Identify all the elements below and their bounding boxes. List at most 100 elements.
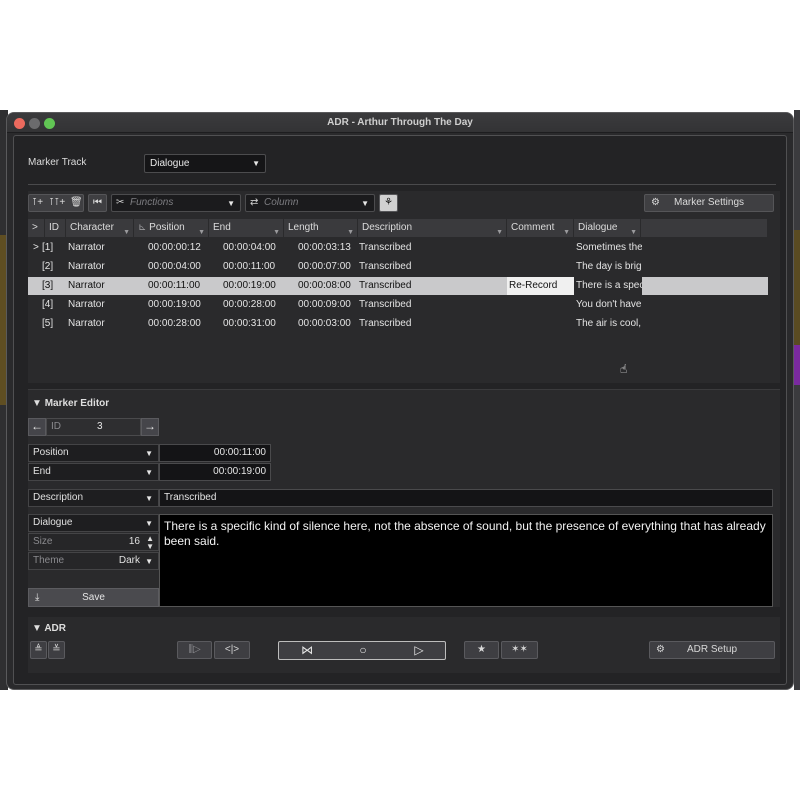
id-value: 3 xyxy=(97,421,103,432)
theme-select[interactable]: Theme Dark ▼ xyxy=(28,552,159,570)
gear-icon: ⚙ xyxy=(651,197,660,208)
column-header-id[interactable]: ID xyxy=(45,219,66,237)
cycle-button[interactable]: <|> xyxy=(214,641,250,659)
cell-length: 00:00:08:00 xyxy=(298,280,351,291)
table-row[interactable]: [4] Narrator 00:00:19:00 00:00:28:00 00:… xyxy=(28,296,768,314)
go-to-start-button[interactable]: ⏮ xyxy=(88,194,107,212)
column-header-expand[interactable]: > xyxy=(28,219,45,237)
link-icon: ⚘ xyxy=(384,197,393,208)
row-expand-icon[interactable]: > xyxy=(33,239,39,257)
chevron-down-icon: ▼ xyxy=(361,199,369,208)
table-row[interactable]: > [1] Narrator 00:00:00:12 00:00:04:00 0… xyxy=(28,239,768,257)
position-value-field[interactable]: 00:00:11:00 xyxy=(159,444,271,462)
sort-down-icon: ≚ xyxy=(52,644,61,655)
description-type-select[interactable]: Description ▼ xyxy=(28,489,159,507)
add-marker-group: ⊺+ ⊺⊺+ 🗑 xyxy=(28,194,84,212)
stepper-arrows-icon[interactable]: ▲ ▼ xyxy=(146,534,154,551)
marker-list-panel: ⊺+ ⊺⊺+ 🗑 ⏮ ✂ Functions ▼ ⇄ Column ▼ ⚘ ⚙ xyxy=(28,191,780,383)
table-row[interactable]: [5] Narrator 00:00:28:00 00:00:31:00 00:… xyxy=(28,315,768,333)
stars-icon: ✶✶ xyxy=(511,644,528,655)
add-marker-icon[interactable]: ⊺+ xyxy=(32,195,43,211)
description-label: Description xyxy=(33,492,84,503)
cell-comment xyxy=(508,239,574,257)
cell-character: Narrator xyxy=(68,318,105,329)
marker-track-select[interactable]: Dialogue ▼ xyxy=(144,154,266,173)
cell-end: 00:00:31:00 xyxy=(223,318,276,329)
size-stepper[interactable]: Size 16 ▲ ▼ xyxy=(28,533,159,551)
rehearse-button[interactable]: ⋈ xyxy=(279,642,335,659)
chevron-down-icon: ▼ xyxy=(145,519,153,528)
background-app-right-edge xyxy=(794,110,800,690)
disclosure-triangle-icon: ▼ xyxy=(32,398,42,409)
theme-value: Dark xyxy=(118,555,140,566)
column-header-dialogue[interactable]: Dialogue ▼ xyxy=(574,219,641,237)
marker-settings-button[interactable]: ⚙ Marker Settings xyxy=(644,194,774,212)
disclosure-triangle-icon: ▼ xyxy=(32,623,42,634)
cell-position: 00:00:19:00 xyxy=(148,299,201,310)
record-button[interactable]: ○ xyxy=(335,642,391,659)
sort-up-icon: ≜ xyxy=(34,644,43,655)
cell-length: 00:00:03:00 xyxy=(298,318,351,329)
text-field-label: Dialogue xyxy=(33,517,73,528)
rating-button[interactable]: ✶✶ xyxy=(501,641,538,659)
cell-position: 00:00:11:00 xyxy=(148,280,201,291)
table-header: > ID Character ▼ ⊾ Position ▼ End ▼ Leng… xyxy=(28,219,768,237)
adr-setup-label: ADR Setup xyxy=(686,644,738,655)
chevron-down-icon: ▼ xyxy=(145,468,153,477)
link-button[interactable]: ⚘ xyxy=(379,194,398,212)
table-row-selected[interactable]: [3] Narrator 00:00:11:00 00:00:19:00 00:… xyxy=(28,277,768,295)
chevron-down-icon: ▼ xyxy=(145,494,153,503)
rehearse-icon: ⋈ xyxy=(301,643,313,657)
column-header-end[interactable]: End ▼ xyxy=(209,219,284,237)
move-up-button[interactable]: ≜ xyxy=(30,641,47,659)
adr-content: Marker Track Dialogue ▼ ⊺+ ⊺⊺+ 🗑 ⏮ ✂ Fun… xyxy=(13,135,787,685)
cell-dialogue: You don't have xyxy=(576,299,642,310)
title-bar[interactable]: ADR - Arthur Through The Day xyxy=(7,113,793,133)
column-header-description[interactable]: Description ▼ xyxy=(358,219,507,237)
position-type-select[interactable]: Position ▼ xyxy=(28,444,159,462)
column-header-comment-label: Comment xyxy=(511,222,555,233)
marker-editor-header[interactable]: ▼ Marker Editor xyxy=(32,398,109,409)
skip-back-icon: ⏮ xyxy=(93,197,102,208)
save-button[interactable]: ⤓ Save xyxy=(28,588,159,607)
filter-icon: ⇄ xyxy=(250,197,259,208)
adr-setup-button[interactable]: ⚙ ADR Setup xyxy=(649,641,775,659)
cell-id: [4] xyxy=(42,299,54,310)
column-header-position[interactable]: ⊾ Position ▼ xyxy=(134,219,209,237)
move-down-button[interactable]: ≚ xyxy=(48,641,65,659)
table-row[interactable]: [2] Narrator 00:00:04:00 00:00:11:00 00:… xyxy=(28,258,768,276)
play-button[interactable]: ▷ xyxy=(391,642,447,659)
functions-dropdown[interactable]: ✂ Functions ▼ xyxy=(111,194,241,212)
functions-placeholder: Functions xyxy=(130,197,174,208)
column-header-end-label: End xyxy=(213,222,231,233)
cell-comment[interactable]: Re-Record xyxy=(507,277,574,295)
cell-id: [1] xyxy=(42,242,54,253)
hand-cursor-icon: ☝ xyxy=(620,362,628,376)
add-multiple-markers-icon[interactable]: ⊺⊺+ xyxy=(49,195,65,211)
dialogue-text-area[interactable]: There is a specific kind of silence here… xyxy=(159,514,773,607)
column-header-comment[interactable]: Comment ▼ xyxy=(507,219,574,237)
trash-icon[interactable]: 🗑 xyxy=(70,195,83,211)
chevron-down-icon: ▼ xyxy=(252,159,260,168)
favorite-take-button[interactable]: ★ xyxy=(464,641,499,659)
adr-header[interactable]: ▼ ADR xyxy=(32,623,66,634)
description-value-field[interactable]: Transcribed xyxy=(159,489,773,507)
adr-panel: ▼ ADR ≜ ≚ ⫼▷ <|> ⋈ ○ ▷ ★ ✶✶ ⚙ ADR Setup xyxy=(28,617,780,673)
column-dropdown[interactable]: ⇄ Column ▼ xyxy=(245,194,375,212)
end-type-select[interactable]: End ▼ xyxy=(28,463,159,481)
next-marker-button[interactable]: → xyxy=(141,418,159,436)
column-header-character-label: Character xyxy=(70,222,114,233)
pre-roll-button[interactable]: ⫼▷ xyxy=(177,641,212,659)
transport-controls: ⋈ ○ ▷ xyxy=(278,641,446,660)
cycle-icon: <|> xyxy=(224,644,240,655)
end-value-field[interactable]: 00:00:19:00 xyxy=(159,463,271,481)
window-title: ADR - Arthur Through The Day xyxy=(327,117,473,128)
cell-description: Transcribed xyxy=(359,299,412,310)
id-field[interactable]: ID 3 xyxy=(46,418,141,436)
previous-marker-button[interactable]: ← xyxy=(28,418,46,436)
column-header-character[interactable]: Character ▼ xyxy=(66,219,134,237)
record-icon: ○ xyxy=(359,643,367,657)
text-field-select[interactable]: Dialogue ▼ xyxy=(28,514,159,532)
column-header-length[interactable]: Length ▼ xyxy=(284,219,358,237)
cell-length: 00:00:09:00 xyxy=(298,299,351,310)
